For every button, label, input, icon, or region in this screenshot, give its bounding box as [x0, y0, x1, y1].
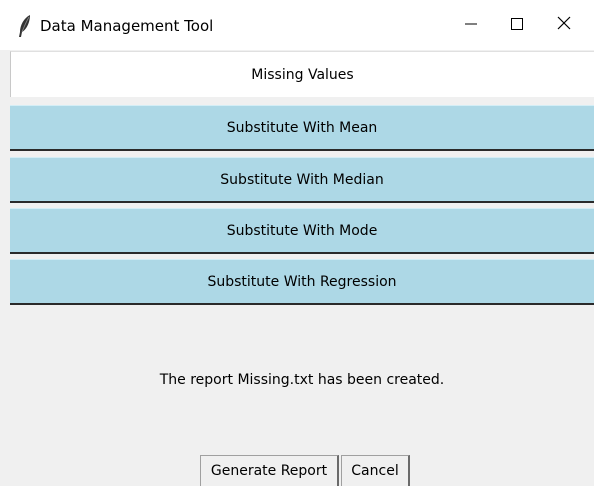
minimize-button[interactable] — [446, 0, 496, 50]
substitute-median-button[interactable]: Substitute With Median — [10, 157, 594, 203]
close-button[interactable] — [539, 0, 589, 50]
section-heading: Missing Values — [10, 51, 594, 97]
substitute-regression-button[interactable]: Substitute With Regression — [10, 259, 594, 305]
substitute-mode-button[interactable]: Substitute With Mode — [10, 208, 594, 254]
cancel-button[interactable]: Cancel — [341, 455, 410, 486]
generate-report-button[interactable]: Generate Report — [200, 455, 339, 486]
close-icon — [556, 15, 572, 35]
app-window: Data Management Tool Missing Values Subs… — [0, 0, 594, 486]
maximize-icon — [510, 16, 524, 35]
title-bar[interactable]: Data Management Tool — [0, 0, 594, 50]
substitute-mean-button[interactable]: Substitute With Mean — [10, 105, 594, 151]
minimize-icon — [464, 16, 478, 35]
status-message: The report Missing.txt has been created. — [159, 372, 445, 388]
window-title: Data Management Tool — [40, 17, 214, 35]
maximize-button[interactable] — [492, 0, 542, 50]
feather-icon — [18, 14, 32, 38]
